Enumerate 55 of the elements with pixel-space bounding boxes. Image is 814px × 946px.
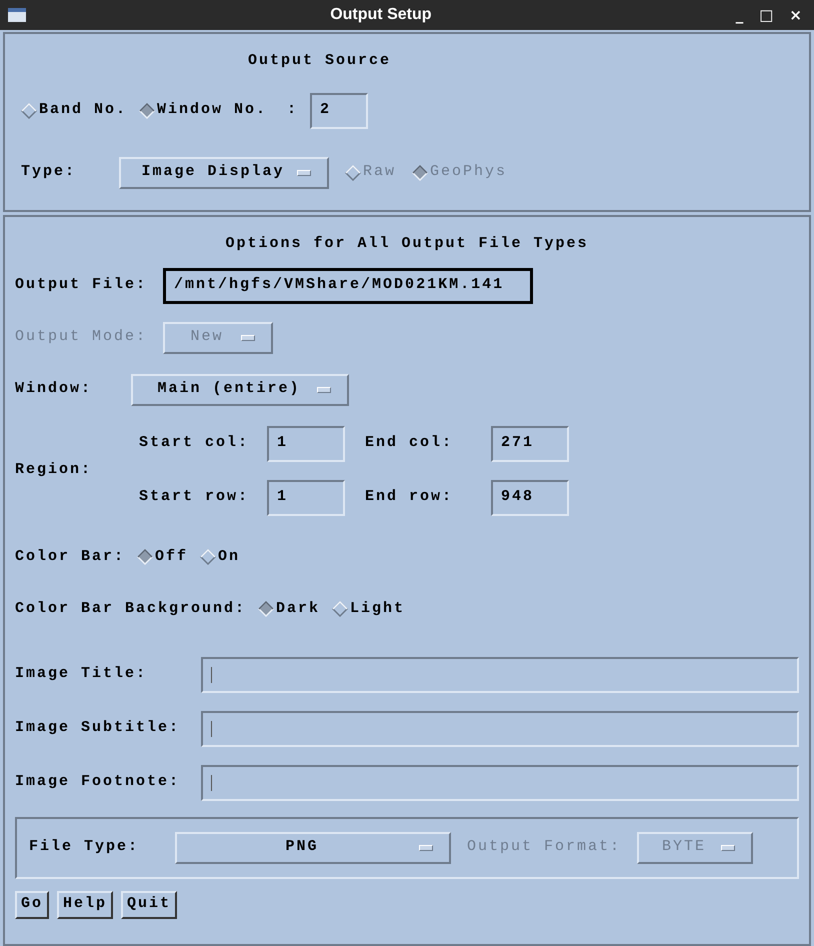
field-label: End row: — [364, 487, 454, 508]
option-menu-indicator-icon — [419, 844, 433, 850]
window-title: Output Setup — [329, 5, 433, 25]
option-menu-indicator-icon — [317, 386, 331, 392]
radio-label: Window No. — [157, 100, 268, 120]
section-heading: Output Source — [248, 51, 392, 71]
radio-label: Light — [350, 599, 406, 619]
radio-label: GeoPhys — [430, 162, 508, 182]
text-field[interactable] — [201, 656, 799, 692]
field-label: Image Subtitle: — [15, 718, 182, 738]
option-menu-indicator-icon — [721, 844, 736, 850]
radio-label: Off — [155, 546, 188, 566]
field-label: Start row: — [139, 487, 250, 508]
option-menu[interactable]: Main (entire) — [131, 374, 349, 406]
text-field[interactable] — [201, 710, 799, 746]
radio-label: Dark — [276, 599, 320, 619]
field-label: File Type: — [29, 837, 140, 858]
radio-button[interactable] — [200, 548, 216, 565]
field-label: Color Bar Background: — [15, 599, 246, 619]
field-label: Image Title: — [15, 664, 148, 684]
window-control[interactable]: _ — [736, 4, 744, 26]
text-field[interactable]: 2 — [310, 92, 368, 128]
field-label: Start col: — [139, 433, 250, 454]
radio-label: Band No. — [39, 100, 128, 120]
action-button[interactable]: Quit — [121, 890, 178, 918]
text-field[interactable]: 948 — [491, 480, 569, 516]
option-menu[interactable]: Image Display — [119, 156, 329, 188]
option-menu[interactable]: PNG — [175, 832, 451, 864]
field-label: Type: — [21, 162, 78, 182]
section-heading: Options for All Output File Types — [225, 234, 589, 254]
colon-label: : — [287, 100, 298, 120]
field-label: Image Footnote: — [15, 772, 182, 792]
radio-label: On — [218, 546, 240, 566]
text-field[interactable]: /mnt/hgfs/VMShare/MOD021KM.141 — [163, 268, 534, 304]
option-menu-indicator-icon — [241, 334, 256, 340]
field-label: Output Format: — [467, 837, 622, 858]
window-icon — [8, 8, 26, 22]
field-label: Region: — [15, 460, 94, 480]
field-label: End col: — [364, 433, 454, 454]
action-button[interactable]: Help — [57, 890, 114, 918]
field-label: Window: — [15, 379, 94, 400]
text-field[interactable] — [201, 764, 799, 800]
window-control[interactable]: × — [789, 4, 802, 26]
option-menu-indicator-icon — [297, 170, 311, 176]
action-button[interactable]: Go — [15, 890, 50, 918]
field-label: Output File: — [15, 275, 148, 296]
text-field[interactable]: 1 — [267, 480, 345, 516]
field-label: Color Bar: — [15, 546, 126, 566]
radio-button[interactable] — [21, 102, 37, 118]
text-field[interactable]: 271 — [491, 426, 569, 462]
window-control[interactable]: □ — [759, 4, 774, 26]
field-label: Output Mode: — [15, 327, 148, 348]
text-field[interactable]: 1 — [267, 426, 345, 462]
radio-button[interactable] — [332, 601, 348, 618]
radio-label: Raw — [363, 162, 396, 182]
